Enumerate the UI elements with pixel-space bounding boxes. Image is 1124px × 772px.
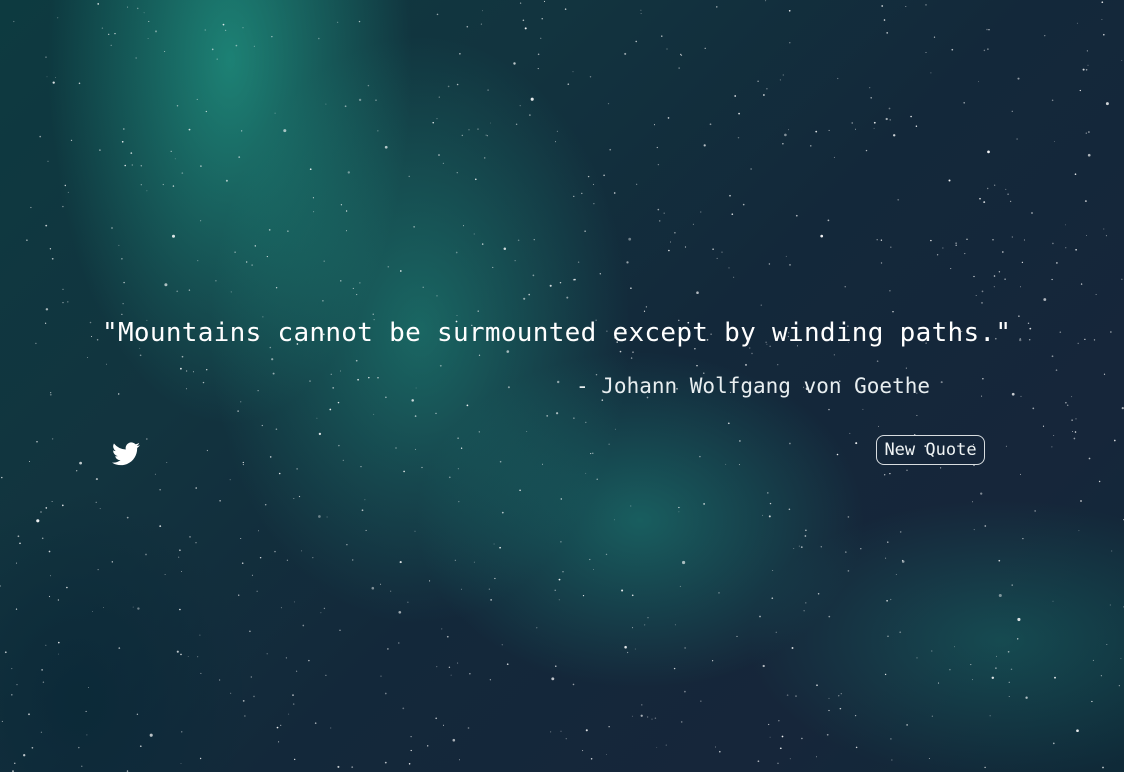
new-quote-button[interactable]: New Quote: [876, 435, 985, 465]
tweet-button[interactable]: [112, 442, 140, 466]
quote-author: - Johann Wolfgang von Goethe: [576, 374, 931, 398]
quote-text: "Mountains cannot be surmounted except b…: [102, 318, 1012, 348]
twitter-icon: [112, 442, 140, 466]
starfield-background: [0, 0, 1124, 772]
